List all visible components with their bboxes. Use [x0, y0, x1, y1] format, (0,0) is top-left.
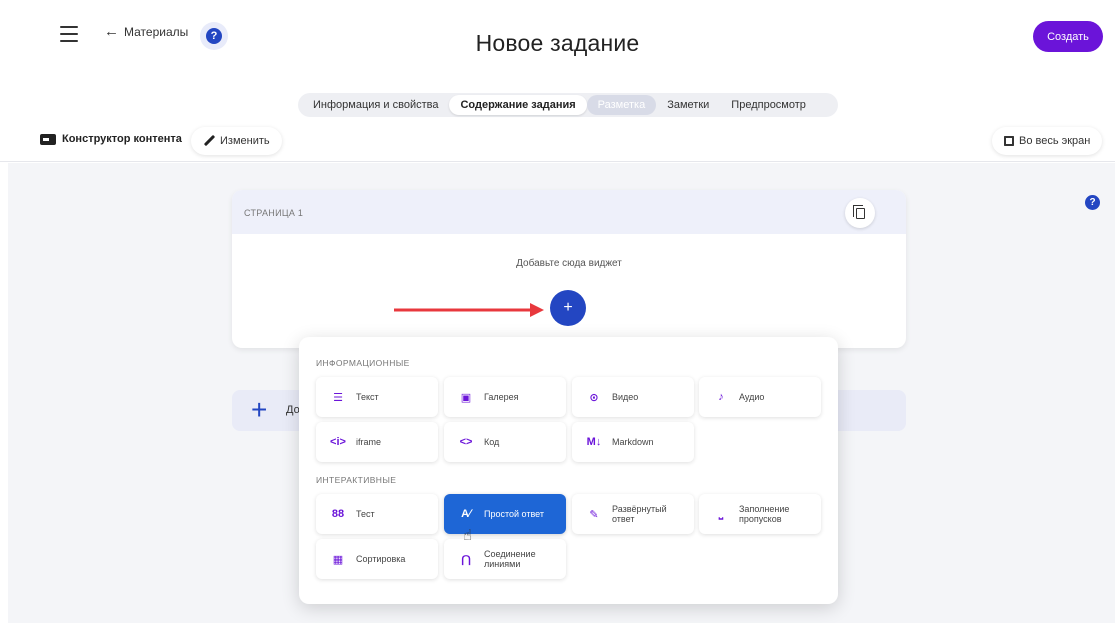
widget-label: Соединение линиями	[484, 548, 536, 569]
red-arrow-annotation	[394, 303, 544, 317]
widget-menu: ИНФОРМАЦИОННЫЕ ☰ Текст ▣ Галерея ⊙ Видео…	[299, 337, 838, 604]
widget-label: Тест	[356, 508, 375, 519]
page-label: СТРАНИЦА 1	[244, 208, 304, 218]
group-label-informational: ИНФОРМАЦИОННЫЕ	[316, 358, 410, 368]
tab-markup: Разметка	[586, 95, 657, 115]
top-bar: ← Материалы ? Новое задание Создать	[0, 0, 1115, 88]
constructor-text: Конструктор контента	[62, 133, 182, 145]
widget-sorting[interactable]: ▦ Сортировка	[316, 539, 438, 579]
add-page-label: До	[286, 404, 300, 416]
edit-button[interactable]: Изменить	[191, 127, 282, 155]
tab-notes[interactable]: Заметки	[656, 95, 720, 115]
widget-label: Простой ответ	[484, 508, 544, 519]
widget-gallery[interactable]: ▣ Галерея	[444, 377, 566, 417]
copy-icon	[852, 204, 865, 219]
gallery-icon: ▣	[460, 391, 472, 404]
widget-markdown[interactable]: M↓ Markdown	[572, 422, 694, 462]
simple-answer-icon: A∕	[461, 508, 471, 520]
iframe-icon: <i>	[330, 436, 346, 448]
widget-audio[interactable]: ♪ Аудио	[699, 377, 821, 417]
add-widget-button[interactable]: +	[550, 290, 586, 326]
widget-label: Текст	[356, 391, 379, 402]
sort-grid-icon: ▦	[332, 553, 344, 566]
editor-toolbar: Конструктор контента Изменить Во весь эк…	[0, 122, 1115, 162]
widget-connect-lines[interactable]: ⋂ Соединение линиями	[444, 539, 566, 579]
fullscreen-button[interactable]: Во весь экран	[992, 127, 1103, 155]
markdown-icon: M↓	[586, 436, 602, 448]
fullscreen-icon	[1004, 136, 1014, 146]
code-icon: <>	[459, 436, 473, 448]
add-widget-hint: Добавьте сюда виджет	[516, 258, 622, 269]
tab-info[interactable]: Информация и свойства	[302, 95, 449, 115]
widget-extended-answer[interactable]: ✎ Развёрнутый ответ	[572, 494, 694, 534]
widget-label: Развёрнутый ответ	[612, 503, 667, 524]
pencil-icon: ✎	[589, 508, 599, 521]
constructor-icon	[40, 133, 56, 145]
pencil-icon	[203, 135, 215, 147]
text-lines-icon: ☰	[333, 391, 343, 404]
widget-label: Сортировка	[356, 553, 406, 564]
music-note-icon: ♪	[718, 391, 724, 403]
tab-content[interactable]: Содержание задания	[449, 95, 587, 115]
plus-icon: +	[251, 394, 268, 425]
tab-preview[interactable]: Предпросмотр	[720, 95, 817, 115]
widget-code[interactable]: <> Код	[444, 422, 566, 462]
widget-label: Markdown	[612, 436, 654, 447]
widget-fill-blanks[interactable]: ⎵ Заполнение пропусков	[699, 494, 821, 534]
play-circle-icon: ⊙	[589, 391, 599, 404]
copy-page-button[interactable]	[845, 198, 875, 228]
blank-fill-icon: ⎵	[718, 507, 724, 520]
widget-video[interactable]: ⊙ Видео	[572, 377, 694, 417]
widget-label: Аудио	[739, 391, 765, 402]
help-icon[interactable]: ?	[1085, 195, 1100, 210]
tab-bar: Информация и свойства Содержание задания…	[298, 93, 838, 117]
edit-label: Изменить	[220, 135, 270, 147]
hand-cursor-icon: ☝	[463, 527, 473, 544]
widget-label: Код	[484, 436, 500, 447]
widget-iframe[interactable]: <i> iframe	[316, 422, 438, 462]
connect-lines-icon: ⋂	[461, 553, 471, 566]
widget-label: iframe	[356, 436, 382, 447]
content-constructor-label: Конструктор контента	[40, 133, 182, 145]
widget-label: Заполнение пропусков	[739, 503, 790, 524]
widget-label: Галерея	[484, 391, 519, 402]
widget-label: Видео	[612, 391, 639, 402]
create-button[interactable]: Создать	[1033, 21, 1103, 52]
test-grid-icon: 88	[331, 508, 345, 520]
widget-text[interactable]: ☰ Текст	[316, 377, 438, 417]
page-card: СТРАНИЦА 1 Добавьте сюда виджет +	[232, 190, 906, 348]
group-label-interactive: ИНТЕРАКТИВНЫЕ	[316, 475, 397, 485]
widget-test[interactable]: 88 Тест	[316, 494, 438, 534]
fullscreen-label: Во весь экран	[1019, 135, 1091, 147]
page-card-header: СТРАНИЦА 1	[232, 190, 906, 234]
page-title: Новое задание	[475, 30, 640, 56]
